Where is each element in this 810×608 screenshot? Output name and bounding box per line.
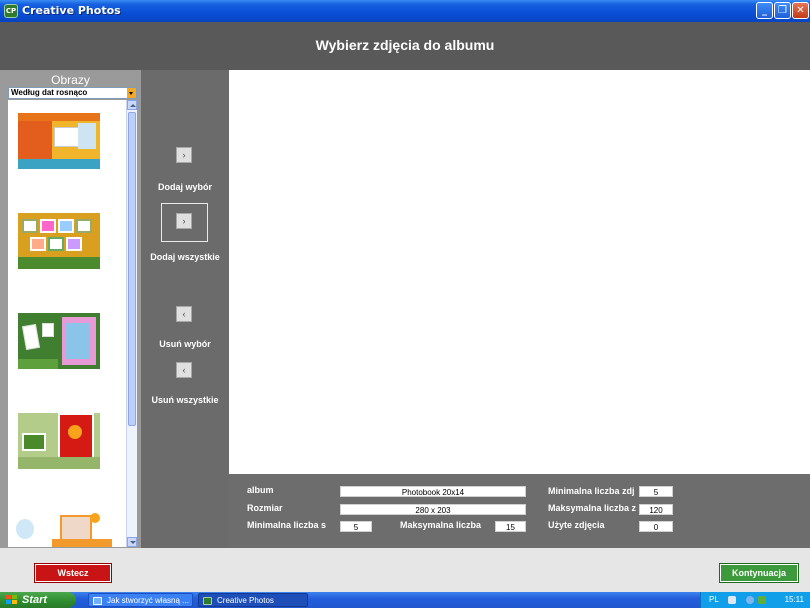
close-button[interactable]: ✕ <box>792 2 809 19</box>
start-label: Start <box>22 594 48 606</box>
remove-selection-label: Usuń wybór <box>159 339 211 349</box>
taskbar-item-label: Jak stworzyć własną ... <box>107 596 189 605</box>
max-pages-value: 15 <box>495 521 526 532</box>
browser-icon <box>93 597 102 605</box>
min-pages-value: 5 <box>340 521 372 532</box>
size-label: Rozmiar <box>247 503 283 513</box>
album-value: Photobook 20x14 <box>340 486 526 497</box>
max-photos-label: Maksymalna liczba z <box>548 503 637 513</box>
sort-order-value: Według dat rosnąco <box>11 88 88 97</box>
add-all-button[interactable]: › <box>176 213 192 229</box>
gallery-title: Obrazy <box>51 73 90 87</box>
thumbnail-item[interactable] <box>18 113 100 169</box>
chevron-down-icon[interactable] <box>127 88 136 98</box>
min-photos-value: 5 <box>639 486 673 497</box>
used-photos-label: Użyte zdjęcia <box>548 520 605 530</box>
add-selection-label: Dodaj wybór <box>157 182 212 192</box>
page-header: Wybierz zdjęcia do albumu <box>0 22 810 70</box>
add-all-label: Dodaj wszystkie <box>150 252 220 262</box>
remove-selection-button[interactable]: ‹ <box>176 306 192 322</box>
gallery-scrollbar[interactable] <box>126 100 137 547</box>
min-photos-label: Minimalna liczba zdj <box>548 486 635 496</box>
creative-photos-icon <box>203 597 212 605</box>
taskbar-item-creative-photos[interactable]: Creative Photos <box>198 593 308 607</box>
scroll-up-button[interactable] <box>127 100 137 110</box>
add-selection-button[interactable]: › <box>176 147 192 163</box>
thumbnail-item[interactable] <box>12 513 112 547</box>
taskbar-item-browser[interactable]: Jak stworzyć własną ... <box>88 593 193 607</box>
system-tray: PL 15:11 <box>700 592 810 608</box>
language-indicator[interactable]: PL <box>709 592 719 608</box>
image-gallery-panel: Obrazy Według dat rosnąco <box>0 70 141 548</box>
thumbnail-item[interactable] <box>18 413 100 469</box>
creative-photos-icon: CP <box>4 4 18 18</box>
remove-all-label: Usuń wszystkie <box>151 395 219 405</box>
windows-logo-icon <box>6 595 17 605</box>
maximize-button[interactable]: ❐ <box>774 2 791 19</box>
window-titlebar[interactable]: CP Creative Photos _ ❐ ✕ <box>0 0 810 22</box>
footer-bar: Wstecz Kontynuacja <box>0 548 810 592</box>
used-photos-value: 0 <box>639 521 673 532</box>
window-title: Creative Photos <box>22 4 121 17</box>
album-info-panel: album Photobook 20x14 Rozmiar 280 x 203 … <box>229 474 810 548</box>
windows-taskbar: Start Jak stworzyć własną ... Creative P… <box>0 592 810 608</box>
clock: 15:11 <box>784 595 804 604</box>
min-pages-label: Minimalna liczba s <box>247 520 327 530</box>
size-value: 280 x 203 <box>340 504 526 515</box>
action-column: › Dodaj wybór › Dodaj wszystkie ‹ Usuń w… <box>141 70 229 548</box>
page-title: Wybierz zdjęcia do albumu <box>315 37 495 53</box>
thumbnail-list[interactable] <box>8 100 126 547</box>
start-button[interactable]: Start <box>0 592 76 608</box>
taskbar-item-label: Creative Photos <box>217 596 274 605</box>
album-photo-area[interactable] <box>229 70 810 474</box>
thumbnail-item[interactable] <box>18 213 100 269</box>
sort-order-select[interactable]: Według dat rosnąco <box>8 87 137 99</box>
tray-app-icon[interactable] <box>758 596 766 604</box>
scrollbar-thumb[interactable] <box>128 112 136 426</box>
max-pages-label: Maksymalna liczba <box>400 520 482 530</box>
network-icon[interactable] <box>746 596 754 604</box>
remove-all-button[interactable]: ‹ <box>176 362 192 378</box>
app-root: CP Creative Photos _ ❐ ✕ Wybierz zdjęcia… <box>0 0 810 608</box>
scroll-down-button[interactable] <box>127 537 137 547</box>
back-button[interactable]: Wstecz <box>34 563 112 583</box>
continue-button[interactable]: Kontynuacja <box>719 563 799 583</box>
minimize-button[interactable]: _ <box>756 2 773 19</box>
keyboard-icon[interactable] <box>728 596 736 604</box>
max-photos-value: 120 <box>639 504 673 515</box>
thumbnail-item[interactable] <box>18 313 100 369</box>
album-label: album <box>247 485 274 495</box>
